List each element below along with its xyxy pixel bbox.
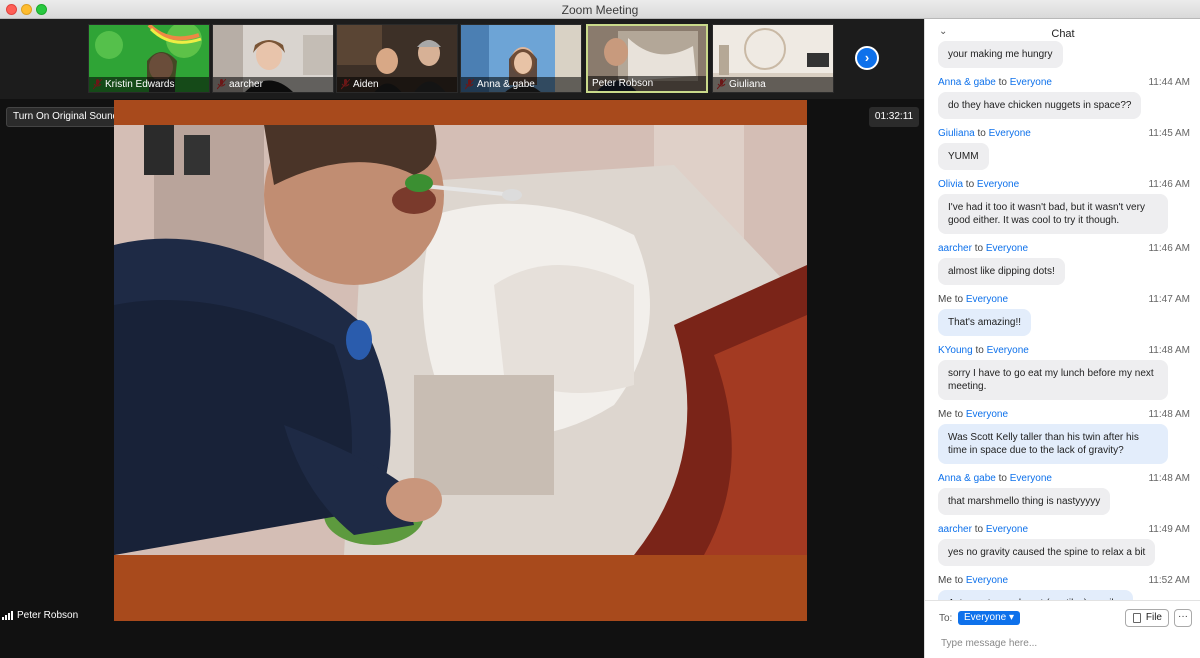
participant-thumbnail[interactable]: Giuliana [712,24,834,93]
message-to: to [975,345,984,356]
message-to: to [998,77,1007,88]
participant-name: Aiden [337,77,457,92]
participant-name: Giuliana [713,77,833,92]
message-time: 11:52 AM [1148,575,1190,586]
file-label: File [1145,612,1162,623]
message-text: that marshmello thing is nastyyyyy [938,488,1111,515]
message-sender[interactable]: aarcher [938,243,972,254]
participant-name: aarcher [213,77,333,92]
meeting-timer: 01:32:11 [869,107,919,127]
message-recipient: Everyone [986,345,1029,356]
message-sender[interactable]: KYoung [938,345,973,356]
chat-message-own: Me to Everyone 11:48 AM Was Scott Kelly t… [925,406,1200,470]
recipient-select[interactable]: Everyone ▾ [958,611,1021,625]
message-recipient: Everyone [965,294,1009,305]
zoom-window: Zoom Meeting Kristin Edwards aarcher Aid… [0,0,1200,658]
message-sender[interactable]: Anna & gabe [938,473,996,484]
more-options-button[interactable]: ··· [1174,609,1192,627]
message-sender[interactable]: Olivia [938,179,963,190]
to-label: To: [939,613,953,624]
message-recipient: Everyone [985,524,1029,535]
chat-message: Giuliana to Everyone 11:45 AM YUMM [925,125,1200,176]
title-bar: Zoom Meeting [0,0,1200,19]
chat-message: aarcher to Everyone 11:49 AM yes no gravi… [925,521,1200,572]
message-to: to [974,524,984,535]
original-sound-label[interactable]: Turn On Original Sound [7,108,124,126]
message-recipient: Everyone [1009,473,1052,484]
speaker-name: Peter Robson [17,609,79,621]
message-to: to [998,473,1007,484]
message-time: 11:48 AM [1148,409,1190,420]
message-text: sorry I have to go eat my lunch before m… [938,360,1168,400]
message-text: Was Scott Kelly taller than his twin aft… [938,424,1168,464]
chat-message: Anna & gabe to Everyone 11:44 AM do they … [925,74,1200,125]
participant-name: Anna & gabe [461,77,581,92]
message-time: 11:48 AM [1148,345,1190,356]
chat-message-own: Me to Everyone11:52 AM Astro = star, and… [925,572,1200,601]
message-to: to [954,575,964,586]
chat-composer: To: Everyone ▾ File ··· [925,600,1200,658]
chat-message: aarcher to Everyone 11:46 AM almost like … [925,240,1200,291]
meeting-area: Kristin Edwards aarcher Aiden Anna & gab… [0,19,924,658]
chat-message: Olivia to Everyone 11:46 AM I've had it t… [925,176,1200,240]
shared-video [114,100,807,621]
message-input[interactable] [941,634,1181,652]
chat-messages[interactable]: your making me hungry Anna & gabe to Eve… [925,41,1200,601]
message-to: to [965,179,975,190]
message-text: yes no gravity caused the spine to relax… [938,539,1156,566]
message-text: do they have chicken nuggets in space?? [938,92,1142,119]
message-sender[interactable]: Giuliana [938,128,975,139]
message-time: 11:46 AM [1148,179,1190,190]
participant-thumbnail[interactable]: Aiden [336,24,458,93]
message-text: I've had it too it wasn't bad, but it wa… [938,194,1168,234]
message-to: to [977,128,986,139]
window-title: Zoom Meeting [561,3,639,17]
message-text: YUMM [938,143,989,170]
message-recipient: Everyone [985,243,1029,254]
message-to: to [954,409,964,420]
message-sender: Me [938,294,952,305]
message-time: 11:46 AM [1148,243,1190,254]
message-time: 11:47 AM [1148,294,1190,305]
message-time: 11:44 AM [1148,77,1190,88]
message-to: to [954,294,964,305]
file-icon [1133,613,1141,623]
message-sender: Me [938,409,952,420]
participant-thumbnail[interactable]: Kristin Edwards [88,24,210,93]
message-recipient: Everyone [965,575,1009,586]
chat-panel: ⌄ Chat your making me hungry Anna & gabe… [924,19,1200,658]
chevron-right-icon: › [864,50,870,65]
message-sender: Me [938,575,952,586]
participant-name: Peter Robson [588,76,706,91]
chat-message-own: Me to Everyone 11:47 AM That's amazing!! [925,291,1200,342]
message-recipient: Everyone [965,409,1009,420]
file-button[interactable]: File [1125,609,1169,627]
next-participants-button[interactable]: › [855,46,879,70]
message-time: 11:45 AM [1148,128,1190,139]
message-recipient: Everyone [976,179,1020,190]
video-frame-astronaut [114,125,807,555]
chat-title: Chat [1051,28,1075,40]
message-recipient: Everyone [988,128,1031,139]
message-time: 11:48 AM [1148,473,1190,484]
message-text: That's amazing!! [938,309,1032,336]
message-sender[interactable]: aarcher [938,524,972,535]
message-to: to [974,243,984,254]
participant-thumbnail-active[interactable]: Peter Robson [586,24,708,93]
participant-thumbnail[interactable]: aarcher [212,24,334,93]
message-text: almost like dipping dots! [938,258,1065,285]
participant-name: Kristin Edwards [89,77,209,92]
message-sender[interactable]: Anna & gabe [938,77,996,88]
message-recipient: Everyone [1009,77,1052,88]
chat-message: KYoung to Everyone 11:48 AM sorry I have … [925,342,1200,406]
participant-strip: Kristin Edwards aarcher Aiden Anna & gab… [0,19,924,99]
chat-message: your making me hungry [925,41,1200,74]
message-text: your making me hungry [938,41,1063,68]
chat-message: Anna & gabe to Everyone 11:48 AM that mar… [925,470,1200,521]
signal-bars-icon [2,610,13,620]
message-time: 11:49 AM [1148,524,1190,535]
participant-thumbnail[interactable]: Anna & gabe [460,24,582,93]
active-speaker-label: Peter Robson [0,607,78,623]
